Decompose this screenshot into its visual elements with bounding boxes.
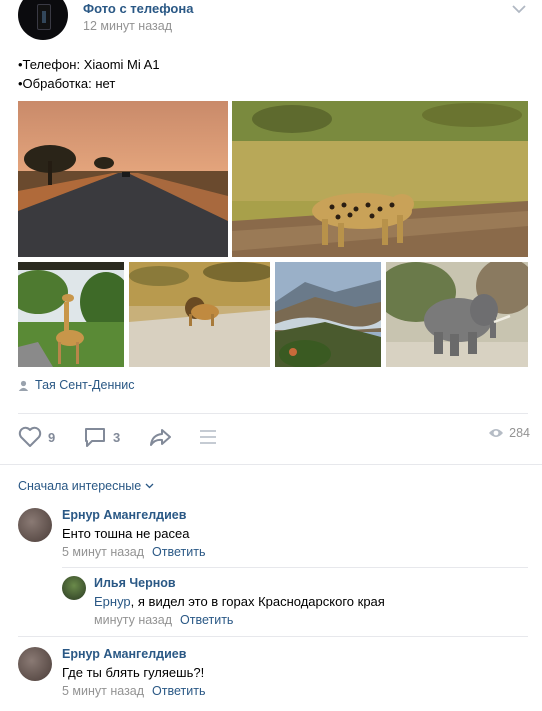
- photo-road-sunset[interactable]: [18, 101, 228, 257]
- chevron-down-icon[interactable]: [510, 2, 528, 16]
- comment-item: Ернур Амангелдиев Енто тошна не расеа 5 …: [0, 500, 542, 570]
- comment-text: Енто тошна не расеа: [62, 526, 190, 541]
- user-icon: [18, 380, 29, 391]
- comment-avatar[interactable]: [18, 647, 52, 681]
- comment-icon: [85, 428, 105, 447]
- comment-meta: минуту назад Ответить: [94, 613, 233, 627]
- more-menu-button[interactable]: [198, 426, 218, 448]
- heart-icon: [18, 426, 42, 447]
- view-count: 284: [509, 426, 530, 440]
- comment-time[interactable]: 5 минут назад: [62, 545, 144, 559]
- comment-mention-link[interactable]: Ернур: [94, 594, 131, 609]
- photo-lion[interactable]: [129, 262, 270, 367]
- phone-silhouette-icon: [37, 4, 51, 30]
- post-author-link[interactable]: Фото с телефона: [83, 1, 193, 16]
- comment-author[interactable]: Илья Чернов: [94, 576, 176, 590]
- reply-button[interactable]: Ответить: [152, 684, 205, 698]
- comment-meta: 5 минут назад Ответить: [62, 684, 205, 698]
- photo-elephant[interactable]: [386, 262, 528, 367]
- comment-time[interactable]: 5 минут назад: [62, 684, 144, 698]
- chevron-down-icon: [145, 483, 154, 489]
- community-avatar[interactable]: [18, 0, 68, 40]
- comment-avatar[interactable]: [62, 576, 86, 600]
- comments-sort-label[interactable]: Сначала интересные: [18, 479, 141, 493]
- divider: [62, 567, 528, 568]
- post-signer[interactable]: Тая Сент-Деннис: [18, 378, 135, 392]
- post-text: •Телефон: Xiaomi Mi A1 •Обработка: нет: [18, 55, 160, 93]
- comment-author[interactable]: Ернур Амангелдиев: [62, 508, 186, 522]
- comment-button[interactable]: 3: [83, 426, 120, 448]
- photo-leopard[interactable]: [232, 101, 528, 257]
- photo-giraffe[interactable]: [18, 262, 124, 367]
- comment-reply-item: Илья Чернов Ернур, я видел это в горах К…: [0, 570, 542, 634]
- like-button[interactable]: 9: [18, 426, 55, 448]
- eye-icon: [489, 429, 504, 437]
- post-time[interactable]: 12 минут назад: [83, 19, 172, 33]
- comment-time[interactable]: минуту назад: [94, 613, 172, 627]
- reply-button[interactable]: Ответить: [152, 545, 205, 559]
- post-actions: 9 3 284: [18, 426, 530, 454]
- comment-text: Ернур, я видел это в горах Краснодарског…: [94, 594, 385, 609]
- like-count: 9: [48, 429, 56, 445]
- divider: [18, 413, 528, 414]
- comments-sort-dropdown[interactable]: Сначала интересные: [18, 479, 154, 493]
- comment-count: 3: [113, 429, 121, 445]
- comment-text-body: , я видел это в горах Краснодарского кра…: [130, 594, 385, 609]
- post-text-line: •Обработка: нет: [18, 76, 116, 91]
- menu-icon: [200, 430, 216, 444]
- comment-item: Ернур Амангелдиев Где ты блять гуляешь?!…: [0, 639, 542, 709]
- photo-canyon[interactable]: [275, 262, 381, 367]
- post-signer-name[interactable]: Тая Сент-Деннис: [35, 378, 135, 392]
- share-icon: [150, 429, 171, 446]
- views-counter: 284: [488, 426, 530, 440]
- divider: [18, 636, 528, 637]
- comment-author[interactable]: Ернур Амангелдиев: [62, 647, 186, 661]
- post-text-line: •Телефон: Xiaomi Mi A1: [18, 57, 160, 72]
- share-button[interactable]: [148, 426, 174, 448]
- comment-meta: 5 минут назад Ответить: [62, 545, 205, 559]
- comment-avatar[interactable]: [18, 508, 52, 542]
- comment-text: Где ты блять гуляешь?!: [62, 665, 205, 680]
- reply-button[interactable]: Ответить: [180, 613, 233, 627]
- post-header: Фото с телефона 12 минут назад: [0, 0, 542, 44]
- divider: [0, 464, 542, 465]
